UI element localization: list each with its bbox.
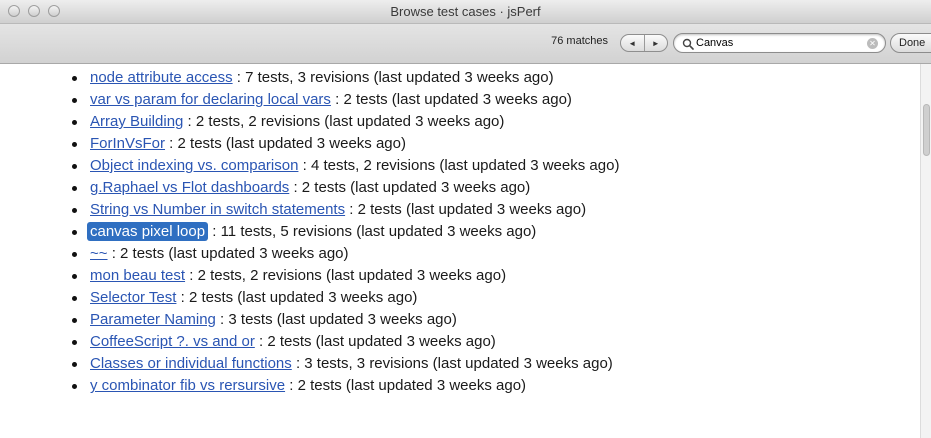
test-case-link[interactable]: g.Raphael vs Flot dashboards xyxy=(90,179,289,196)
bullet-icon xyxy=(72,252,77,257)
list-item: g.Raphael vs Flot dashboards : 2 tests (… xyxy=(66,177,619,199)
test-case-link[interactable]: ~~ xyxy=(90,245,108,262)
list-item: ForInVsFor : 2 tests (last updated 3 wee… xyxy=(66,133,619,155)
test-case-list: node attribute access : 7 tests, 3 revis… xyxy=(66,67,619,397)
list-item: var vs param for declaring local vars : … xyxy=(66,89,619,111)
test-case-meta: : 2 tests (last updated 3 weeks ago) xyxy=(330,91,572,108)
test-case-meta: : 2 tests (last updated 3 weeks ago) xyxy=(289,179,531,196)
find-search-input[interactable] xyxy=(696,36,854,50)
list-item: Classes or individual functions : 3 test… xyxy=(66,353,619,375)
bullet-icon xyxy=(72,318,77,323)
test-case-meta: : 2 tests (last updated 3 weeks ago) xyxy=(107,245,349,262)
bullet-icon xyxy=(72,142,77,147)
clear-search-icon[interactable]: ✕ xyxy=(867,38,878,49)
test-case-meta: : 2 tests (last updated 3 weeks ago) xyxy=(176,289,418,306)
bullet-icon xyxy=(72,186,77,191)
test-case-link[interactable]: String vs Number in switch statements xyxy=(90,201,345,218)
test-case-link[interactable]: Array Building xyxy=(90,113,183,130)
test-case-link[interactable]: ForInVsFor xyxy=(90,135,165,152)
previous-match-button[interactable]: ◄ xyxy=(621,35,644,51)
test-case-link[interactable]: CoffeeScript ?. vs and or xyxy=(90,333,255,350)
list-item: String vs Number in switch statements : … xyxy=(66,199,619,221)
bullet-icon xyxy=(72,296,77,301)
test-case-link[interactable]: Classes or individual functions xyxy=(90,355,292,372)
list-item: Selector Test : 2 tests (last updated 3 … xyxy=(66,287,619,309)
list-item: mon beau test : 2 tests, 2 revisions (la… xyxy=(66,265,619,287)
list-item: Object indexing vs. comparison : 4 tests… xyxy=(66,155,619,177)
test-case-link[interactable]: y combinator fib vs rersursive xyxy=(90,377,285,394)
magnifying-glass-icon xyxy=(682,38,694,50)
test-case-link[interactable]: Parameter Naming xyxy=(90,311,216,328)
list-item: y combinator fib vs rersursive : 2 tests… xyxy=(66,375,619,397)
match-count: 76 matches xyxy=(551,35,608,47)
test-case-meta: : 2 tests (last updated 3 weeks ago) xyxy=(285,377,527,394)
test-case-link[interactable]: node attribute access xyxy=(90,69,233,86)
page-content: node attribute access : 7 tests, 3 revis… xyxy=(0,64,920,438)
test-case-link[interactable]: Selector Test xyxy=(90,289,176,306)
list-item: Parameter Naming : 3 tests (last updated… xyxy=(66,309,619,331)
bullet-icon xyxy=(72,76,77,81)
test-case-meta: : 3 tests, 3 revisions (last updated 3 w… xyxy=(291,355,613,372)
bullet-icon xyxy=(72,274,77,279)
bullet-icon xyxy=(72,230,77,235)
find-search-box[interactable]: ✕ xyxy=(673,33,886,53)
vertical-scrollbar[interactable] xyxy=(920,64,931,438)
test-case-meta: : 4 tests, 2 revisions (last updated 3 w… xyxy=(298,157,620,174)
bullet-icon xyxy=(72,98,77,103)
title-bar: Browse test cases · jsPerf xyxy=(0,0,931,24)
done-button[interactable]: Done xyxy=(890,33,931,53)
bullet-icon xyxy=(72,384,77,389)
bullet-icon xyxy=(72,164,77,169)
list-item: ~~ : 2 tests (last updated 3 weeks ago) xyxy=(66,243,619,265)
bullet-icon xyxy=(72,120,77,125)
list-item: canvas pixel loop : 11 tests, 5 revision… xyxy=(66,221,619,243)
bullet-icon xyxy=(72,362,77,367)
list-item: Array Building : 2 tests, 2 revisions (l… xyxy=(66,111,619,133)
next-match-button[interactable]: ► xyxy=(643,35,668,51)
find-bar: 76 matches ◄ ► ✕ Done xyxy=(0,24,931,64)
test-case-meta: : 2 tests, 2 revisions (last updated 3 w… xyxy=(185,267,507,284)
test-case-meta: : 2 tests (last updated 3 weeks ago) xyxy=(254,333,496,350)
test-case-link[interactable]: Object indexing vs. comparison xyxy=(90,157,298,174)
window-title: Browse test cases · jsPerf xyxy=(390,4,541,19)
test-case-meta: : 3 tests (last updated 3 weeks ago) xyxy=(215,311,457,328)
test-case-link[interactable]: mon beau test xyxy=(90,267,185,284)
find-navigation: ◄ ► xyxy=(620,34,668,52)
test-case-meta: : 7 tests, 3 revisions (last updated 3 w… xyxy=(232,69,554,86)
scrollbar-thumb[interactable] xyxy=(923,104,930,156)
current-match-link[interactable]: canvas pixel loop xyxy=(87,222,209,241)
test-case-meta: : 2 tests, 2 revisions (last updated 3 w… xyxy=(183,113,505,130)
bullet-icon xyxy=(72,340,77,345)
test-case-meta: : 2 tests (last updated 3 weeks ago) xyxy=(165,135,406,152)
bullet-icon xyxy=(72,208,77,213)
list-item: CoffeeScript ?. vs and or : 2 tests (las… xyxy=(66,331,619,353)
test-case-link[interactable]: var vs param for declaring local vars xyxy=(90,91,331,108)
list-item: node attribute access : 7 tests, 3 revis… xyxy=(66,67,619,89)
test-case-meta: : 11 tests, 5 revisions (last updated 3 … xyxy=(208,223,537,240)
test-case-meta: : 2 tests (last updated 3 weeks ago) xyxy=(345,201,587,218)
browser-window: Browse test cases · jsPerf 76 matches ◄ … xyxy=(0,0,931,438)
